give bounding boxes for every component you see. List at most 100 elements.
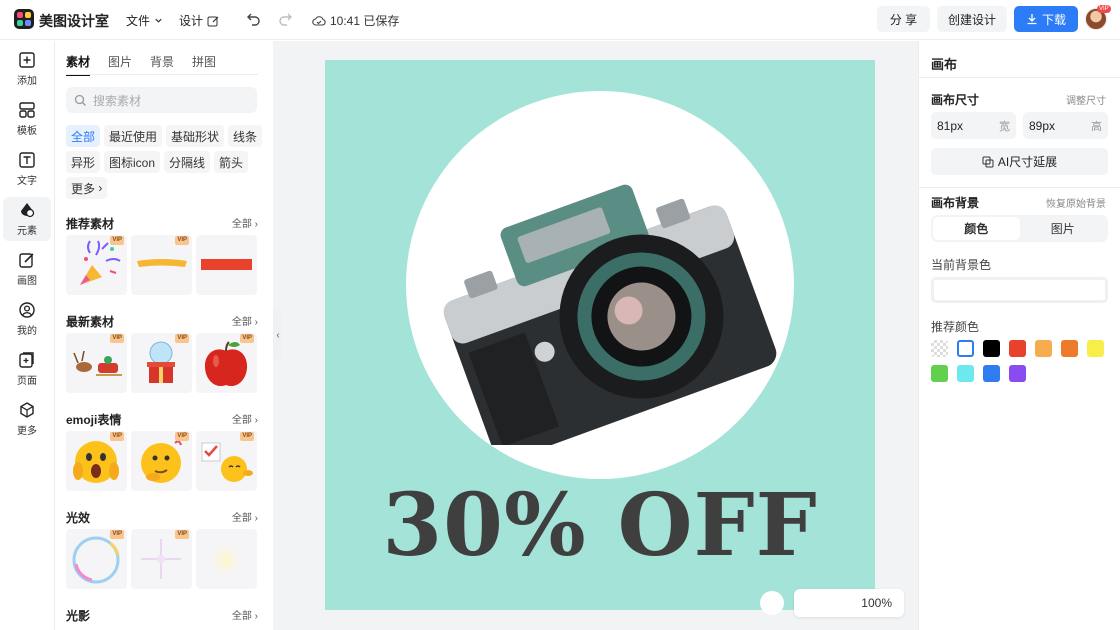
- restore-bg-link[interactable]: 恢复原始背景: [1046, 195, 1106, 210]
- swatch-red[interactable]: [1009, 340, 1026, 357]
- page-icon: [19, 352, 34, 368]
- resize-link[interactable]: 调整尺寸: [1066, 92, 1106, 107]
- chevron-left-icon: ‹: [276, 329, 280, 341]
- vip-badge: VIP: [110, 334, 124, 343]
- chip-icons[interactable]: 图标icon: [104, 151, 161, 173]
- cube-icon: [20, 402, 34, 418]
- asset-emoji-checklist[interactable]: VIP: [196, 431, 257, 491]
- canvas-bg-label: 画布背景: [931, 196, 980, 210]
- section-title: emoji表情: [66, 413, 122, 427]
- chip-lines[interactable]: 线条: [228, 125, 263, 147]
- text-icon: [19, 152, 35, 168]
- properties-title: 画布: [931, 57, 958, 72]
- asset-reindeer-sleigh[interactable]: VIP: [66, 333, 127, 393]
- see-all-link[interactable]: 全部 ›: [232, 215, 258, 230]
- chip-irregular[interactable]: 异形: [66, 151, 101, 173]
- swatch-orange[interactable]: [1061, 340, 1078, 357]
- chip-recent[interactable]: 最近使用: [104, 125, 163, 147]
- asset-emoji-thinking[interactable]: VIP: [131, 431, 192, 491]
- nav-mine[interactable]: 我的: [3, 297, 51, 341]
- asset-red-bar[interactable]: [196, 235, 257, 295]
- see-all-link[interactable]: 全部 ›: [232, 313, 258, 328]
- vip-badge: VIP: [175, 236, 189, 245]
- tab-material[interactable]: 素材: [66, 53, 91, 76]
- swatch-light-orange[interactable]: [1035, 340, 1052, 357]
- zoom-out-button[interactable]: [760, 591, 784, 615]
- swatch-green[interactable]: [931, 365, 948, 382]
- collapse-panel-handle[interactable]: ‹: [273, 310, 283, 360]
- see-all-link[interactable]: 全部 ›: [232, 607, 258, 622]
- asset-party-popper[interactable]: VIP: [66, 235, 127, 295]
- app-logo-icon[interactable]: [14, 9, 34, 29]
- offer-text[interactable]: 30% OFF: [325, 475, 875, 576]
- bg-image-tab[interactable]: 图片: [1020, 217, 1107, 240]
- swatch-blue[interactable]: [983, 365, 1000, 382]
- swatch-black[interactable]: [983, 340, 1000, 357]
- see-all-link[interactable]: 全部 ›: [232, 411, 258, 426]
- create-design-button[interactable]: 创建设计: [937, 6, 1007, 32]
- see-all-label: 全部: [231, 611, 252, 622]
- height-field[interactable]: 89px 高: [1023, 112, 1108, 139]
- ai-resize-icon: [982, 156, 994, 167]
- download-button[interactable]: 下载: [1014, 6, 1078, 32]
- height-value: 89px: [1029, 118, 1056, 133]
- nav-template-label: 模板: [17, 126, 37, 137]
- vip-badge: VIP: [175, 530, 189, 539]
- see-all-label: 全部: [231, 219, 252, 230]
- current-bg-swatch[interactable]: [931, 277, 1108, 303]
- swatch-transparent[interactable]: [931, 340, 948, 357]
- see-all-link[interactable]: 全部 ›: [232, 509, 258, 524]
- asset-star-sparkle[interactable]: VIP: [131, 529, 192, 589]
- asset-snowglobe-gift[interactable]: VIP: [131, 333, 192, 393]
- color-swatches: [931, 340, 1111, 382]
- width-field[interactable]: 81px 宽: [931, 112, 1016, 139]
- zoom-indicator[interactable]: 100%: [794, 589, 904, 617]
- vip-badge: VIP: [240, 432, 254, 441]
- camera-image[interactable]: [420, 155, 780, 445]
- avatar-vip-badge: VIP: [1097, 5, 1111, 13]
- asset-bubble[interactable]: VIP: [66, 529, 127, 589]
- nav-more[interactable]: 更多: [3, 397, 51, 441]
- chip-more[interactable]: 更多 ›: [66, 177, 108, 199]
- app-name[interactable]: 美图设计室: [39, 11, 109, 31]
- design-menu[interactable]: 设计: [179, 12, 219, 29]
- section-title: 光影: [66, 609, 91, 623]
- ai-extend-button[interactable]: AI尺寸延展: [931, 148, 1108, 175]
- swatch-yellow[interactable]: [1087, 340, 1104, 357]
- design-canvas[interactable]: 30% OFF: [325, 60, 875, 610]
- file-menu[interactable]: 文件: [126, 12, 163, 29]
- undo-icon[interactable]: [245, 11, 261, 27]
- tab-image[interactable]: 图片: [108, 53, 132, 70]
- redo-icon[interactable]: [278, 11, 294, 27]
- divider: [919, 77, 1120, 78]
- nav-add[interactable]: 添加: [3, 47, 51, 91]
- nav-template[interactable]: 模板: [3, 97, 51, 141]
- tab-collage[interactable]: 拼图: [192, 53, 216, 70]
- asset-red-apple[interactable]: VIP: [196, 333, 257, 393]
- asset-yellow-brush[interactable]: VIP: [131, 235, 192, 295]
- top-bar: 美图设计室 文件 设计 10:41 已保存 分 享 创建设计 下载 VIP: [0, 0, 1120, 40]
- chip-dividers[interactable]: 分隔线: [164, 151, 211, 173]
- search-input[interactable]: 搜索素材: [66, 87, 257, 113]
- swatch-white[interactable]: [957, 340, 974, 357]
- tab-background[interactable]: 背景: [150, 53, 174, 70]
- share-button[interactable]: 分 享: [877, 6, 930, 32]
- asset-glow[interactable]: [196, 529, 257, 589]
- nav-page[interactable]: 页面: [3, 347, 51, 391]
- nav-element[interactable]: 元素: [3, 197, 51, 241]
- element-icon: [21, 203, 35, 218]
- nav-draw[interactable]: 画图: [3, 247, 51, 291]
- nav-text[interactable]: 文字: [3, 147, 51, 191]
- save-status-text: 10:41 已保存: [330, 14, 400, 28]
- left-nav: 添加 模板 文字 元素 画图 我的 页面 更多: [0, 41, 55, 630]
- chevron-down-icon: [155, 18, 162, 23]
- swatch-cyan[interactable]: [957, 365, 974, 382]
- red-rectangle-icon: [201, 259, 252, 270]
- bg-color-tab[interactable]: 颜色: [933, 217, 1020, 240]
- chip-all[interactable]: 全部: [66, 125, 101, 147]
- chip-basic-shapes[interactable]: 基础形状: [166, 125, 225, 147]
- nav-mine-label: 我的: [17, 326, 37, 337]
- chip-arrows[interactable]: 箭头: [214, 151, 249, 173]
- swatch-purple[interactable]: [1009, 365, 1026, 382]
- asset-emoji-shocked[interactable]: VIP: [66, 431, 127, 491]
